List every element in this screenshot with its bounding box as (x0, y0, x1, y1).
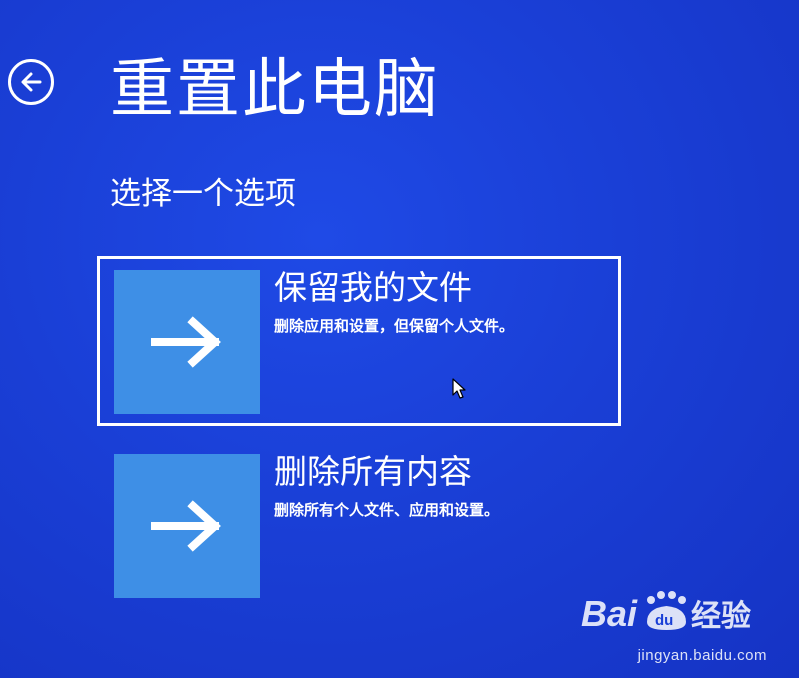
arrow-right-icon (151, 316, 221, 368)
option-description: 删除所有个人文件、应用和设置。 (274, 501, 500, 519)
option-description: 删除应用和设置，但保留个人文件。 (274, 317, 515, 335)
page-title: 重置此电脑 (110, 53, 440, 127)
mouse-pointer-icon (452, 378, 466, 399)
option-tile (114, 270, 260, 414)
svg-text:du: du (655, 612, 673, 629)
svg-text:经验: 经验 (691, 599, 751, 634)
option-title: 删除所有内容 (274, 452, 472, 491)
option-title: 保留我的文件 (274, 268, 472, 307)
baidu-jingyan-watermark: Bai 经验 du jingyan.baidu.com (581, 586, 771, 666)
option-keep-my-files[interactable]: 保留我的文件 删除应用和设置，但保留个人文件。 (97, 256, 621, 426)
svg-text:Bai: Bai (581, 593, 638, 634)
option-tile (114, 454, 260, 598)
arrow-right-icon (151, 500, 221, 552)
option-remove-everything[interactable]: 删除所有内容 删除所有个人文件、应用和设置。 (97, 440, 621, 610)
back-arrow-icon (21, 72, 42, 92)
back-button[interactable] (8, 59, 54, 105)
watermark-url: jingyan.baidu.com (637, 647, 767, 664)
page-subtitle: 选择一个选项 (110, 176, 296, 212)
baidu-logo-icon: Bai 经验 du (581, 591, 751, 634)
